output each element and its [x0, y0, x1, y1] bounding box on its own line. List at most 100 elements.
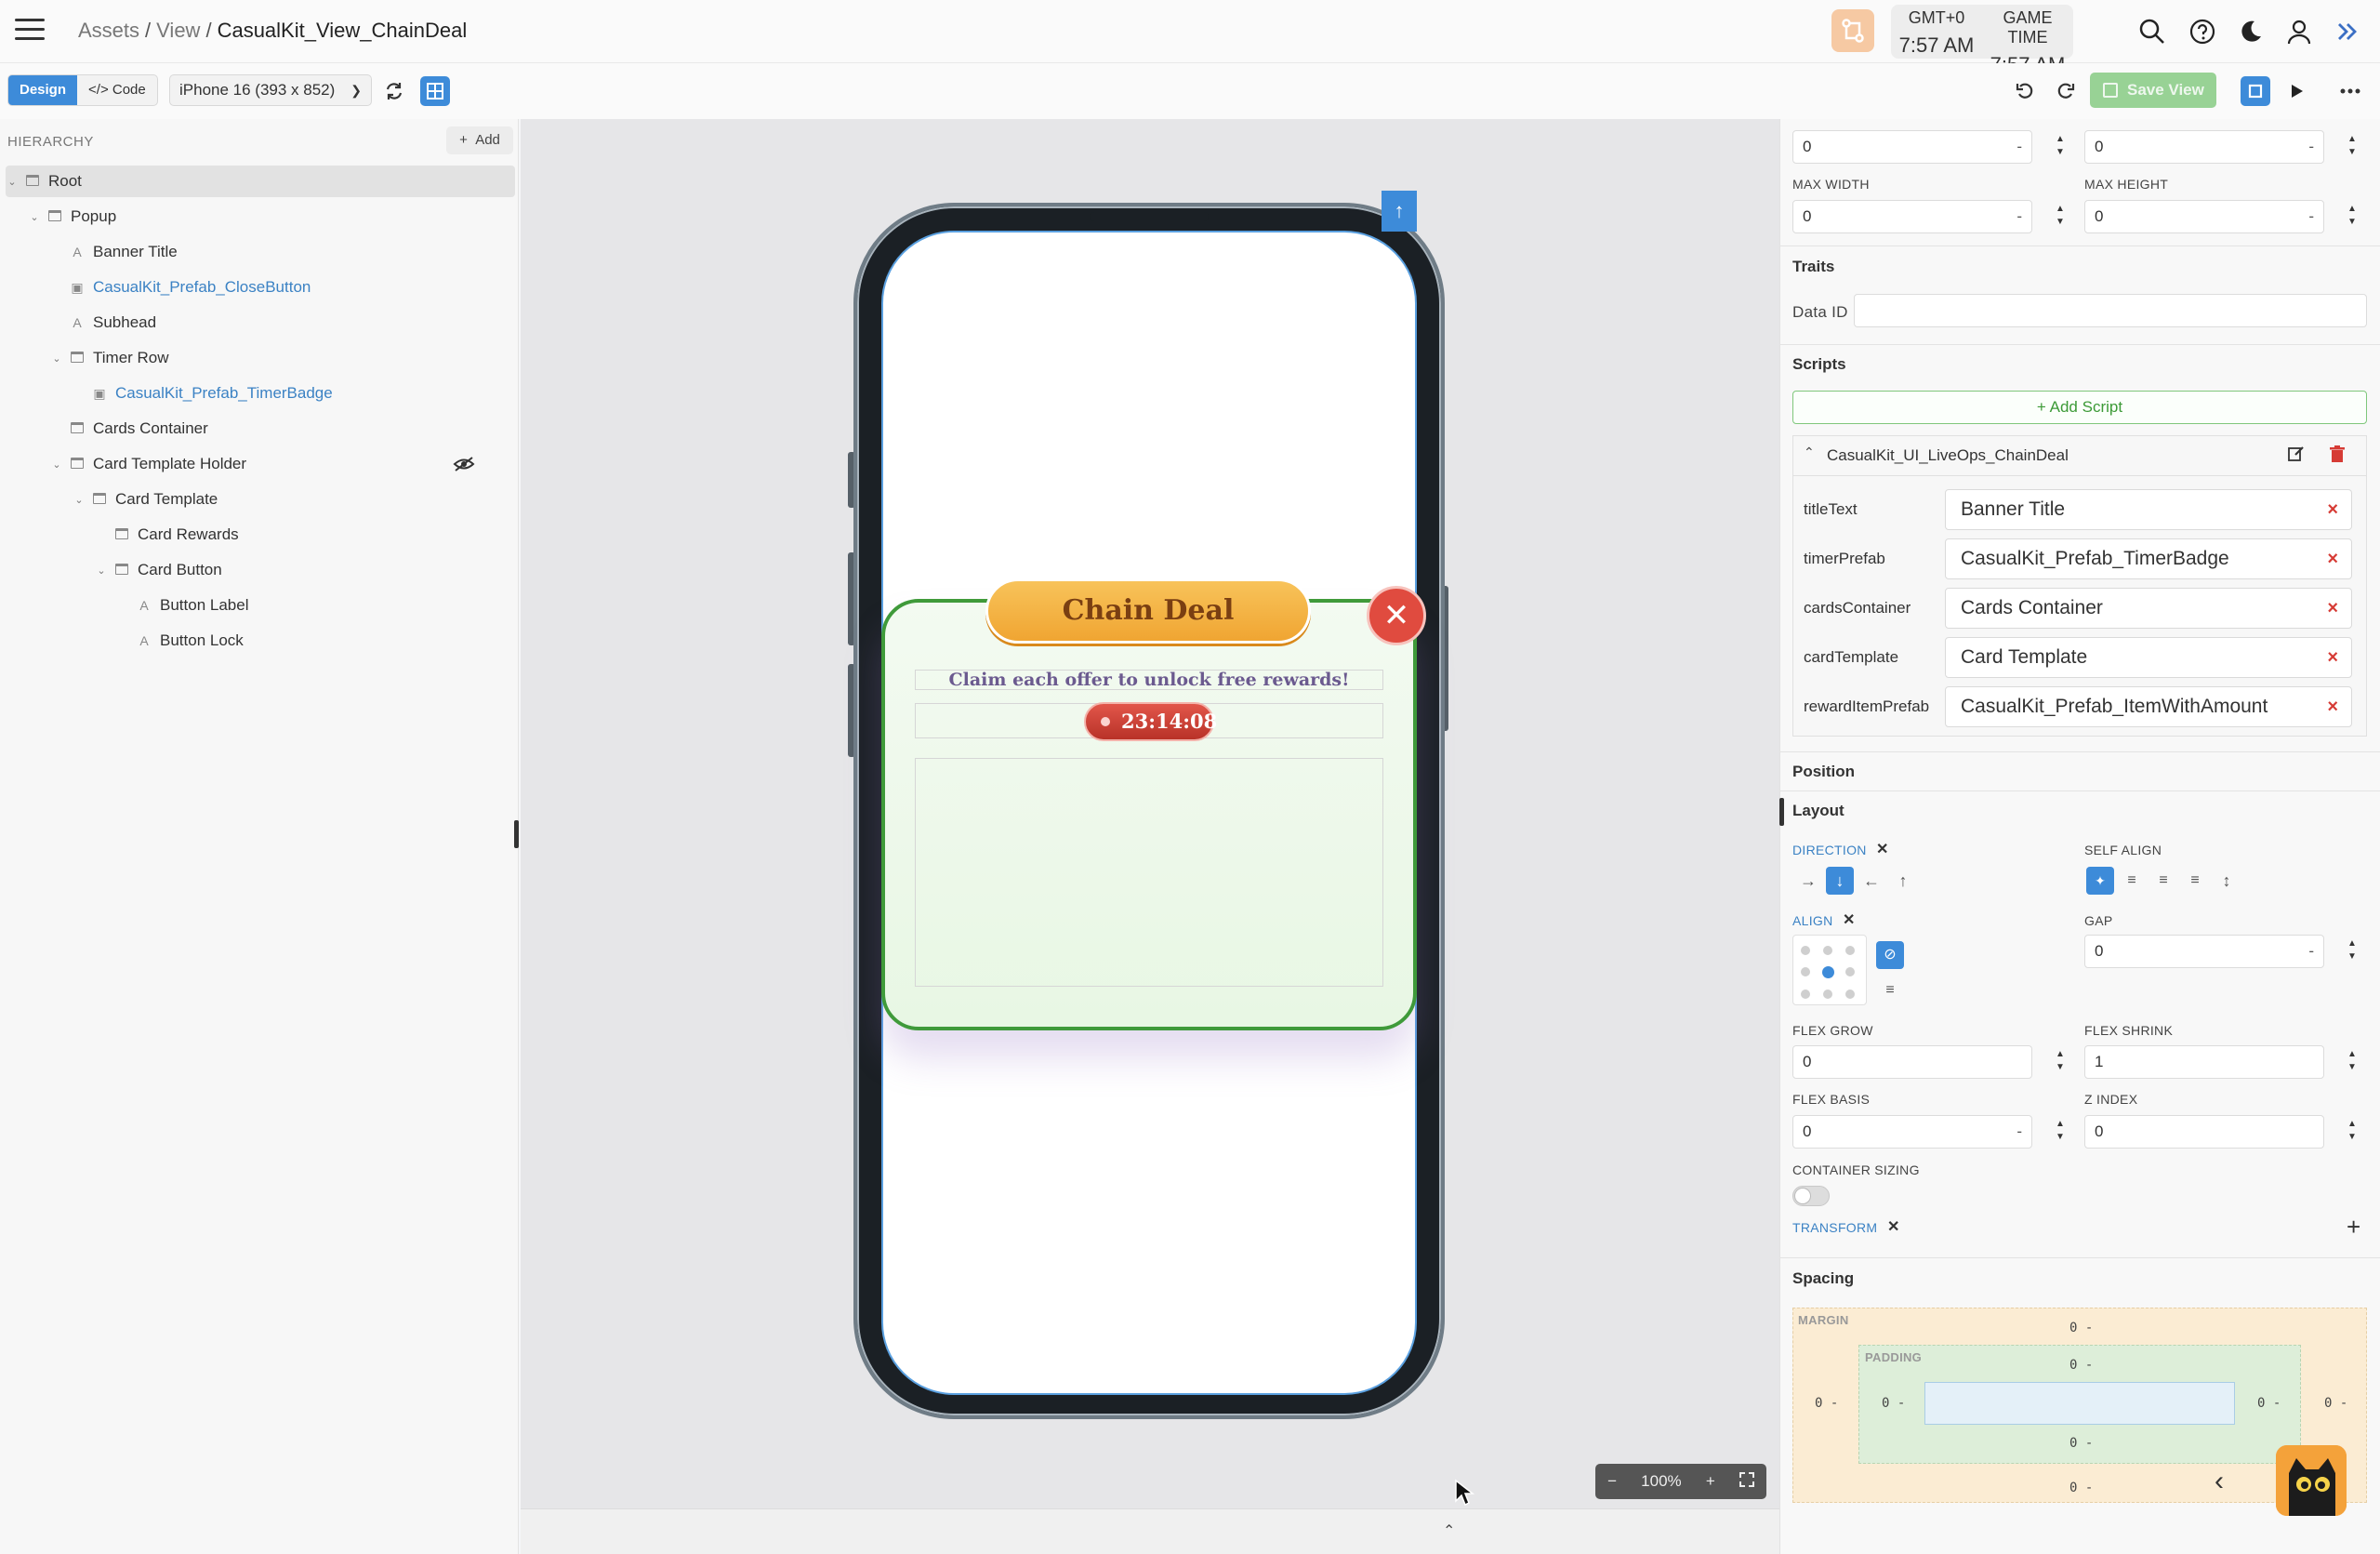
hamburger-menu-icon[interactable]: [15, 19, 45, 43]
hierarchy-item-button-lock[interactable]: A Button Lock: [6, 625, 515, 657]
flex-grow-stepper[interactable]: ▲ ▼: [2051, 1045, 2069, 1079]
grid-view-icon[interactable]: [420, 76, 450, 106]
timer-badge-preview[interactable]: 23:14:08: [1084, 702, 1217, 741]
flex-basis-input[interactable]: 0-: [1792, 1115, 2032, 1149]
margin-left-value[interactable]: 0 -: [1815, 1396, 1838, 1411]
play-icon[interactable]: [2281, 76, 2311, 106]
flex-shrink-input[interactable]: 1: [2084, 1045, 2324, 1079]
banner-title-preview[interactable]: Chain Deal: [985, 578, 1311, 644]
padding-top-value[interactable]: 0 -: [2069, 1358, 2093, 1373]
hierarchy-item-root[interactable]: ⌄ Root: [6, 166, 515, 197]
data-id-input[interactable]: [1854, 294, 2367, 327]
hierarchy-item-card-template[interactable]: ⌄ Card Template: [6, 484, 515, 515]
close-button-preview[interactable]: ✕: [1367, 586, 1426, 645]
spacing-title[interactable]: Spacing: [1792, 1269, 1854, 1288]
user-account-icon[interactable]: [2283, 16, 2315, 47]
min-height-input[interactable]: 0-: [2084, 130, 2324, 164]
margin-top-value[interactable]: 0 -: [2069, 1321, 2093, 1335]
panel-resize-handle[interactable]: [514, 820, 519, 848]
clear-reference-icon[interactable]: ×: [2327, 539, 2338, 578]
align-bottom-right[interactable]: [1845, 990, 1855, 999]
fit-screen-icon[interactable]: [2241, 76, 2270, 106]
hierarchy-item-card-template-holder[interactable]: ⌄ Card Template Holder: [6, 448, 515, 480]
hierarchy-item-card-rewards[interactable]: Card Rewards: [6, 519, 515, 551]
search-icon[interactable]: [2136, 16, 2168, 47]
delete-script-icon[interactable]: [2328, 445, 2347, 468]
redo-icon[interactable]: [2051, 76, 2081, 106]
max-height-stepper[interactable]: ▲ ▼: [2343, 200, 2361, 233]
layout-title[interactable]: Layout: [1792, 802, 1844, 820]
bottom-panel-bar[interactable]: [521, 1508, 1779, 1554]
z-index-input[interactable]: 0: [2084, 1115, 2324, 1149]
hierarchy-item-timer-row[interactable]: ⌄ Timer Row: [6, 342, 515, 374]
self-align-auto-icon[interactable]: ✦: [2086, 867, 2114, 895]
breadcrumb-assets[interactable]: Assets: [78, 19, 139, 42]
refresh-icon[interactable]: [379, 76, 409, 106]
hierarchy-item-popup[interactable]: ⌄ Popup: [6, 201, 515, 232]
undo-icon[interactable]: [2010, 76, 2040, 106]
edit-script-icon[interactable]: [2287, 445, 2306, 468]
add-script-button[interactable]: + Add Script: [1792, 391, 2367, 424]
device-select[interactable]: iPhone 16 (393 x 852) ❯: [169, 74, 372, 106]
hierarchy-item-timer-badge-prefab[interactable]: ▣ CasualKit_Prefab_TimerBadge: [6, 378, 515, 409]
code-tab[interactable]: </> Code: [77, 75, 157, 105]
clear-reference-icon[interactable]: ×: [2327, 687, 2338, 726]
padding-left-value[interactable]: 0 -: [1882, 1396, 1905, 1411]
self-align-end-icon[interactable]: ≡: [2181, 867, 2209, 895]
max-height-input[interactable]: 0-: [2084, 200, 2324, 233]
chevron-up-icon[interactable]: ⌃: [1804, 445, 1815, 460]
min-width-stepper[interactable]: ▲ ▼: [2051, 130, 2069, 164]
min-width-input[interactable]: 0-: [1792, 130, 2032, 164]
add-transform-icon[interactable]: +: [2347, 1213, 2360, 1242]
align-middle-left[interactable]: [1801, 967, 1810, 976]
clear-direction-icon[interactable]: ✕: [1876, 840, 1888, 858]
hidden-eye-icon[interactable]: [450, 448, 478, 480]
max-width-input[interactable]: 0-: [1792, 200, 2032, 233]
hierarchy-item-button-label[interactable]: A Button Label: [6, 590, 515, 621]
align-top-center[interactable]: [1823, 946, 1832, 955]
help-icon[interactable]: [2187, 16, 2218, 47]
prop-value-field[interactable]: Card Template ×: [1945, 637, 2352, 678]
padding-right-value[interactable]: 0 -: [2257, 1396, 2281, 1411]
container-sizing-toggle[interactable]: [1792, 1186, 1830, 1206]
flex-basis-stepper[interactable]: ▲ ▼: [2051, 1115, 2069, 1149]
hierarchy-item-banner-title[interactable]: A Banner Title: [6, 236, 515, 268]
align-baseline-icon[interactable]: ≡: [1876, 976, 1904, 1004]
clear-reference-icon[interactable]: ×: [2327, 589, 2338, 628]
cards-container-preview[interactable]: [915, 758, 1383, 987]
collapse-assistant-chevron-icon[interactable]: ‹: [2215, 1466, 2224, 1497]
hierarchy-item-close-button-prefab[interactable]: ▣ CasualKit_Prefab_CloseButton: [6, 272, 515, 303]
self-align-start-icon[interactable]: ≡: [2118, 867, 2146, 895]
breadcrumb-view[interactable]: View: [156, 19, 200, 42]
gap-input[interactable]: 0-: [2084, 935, 2324, 968]
collapse-toggle-icon[interactable]: ⌄: [6, 176, 19, 188]
flex-grow-input[interactable]: 0: [1792, 1045, 2032, 1079]
pin-arrow-icon[interactable]: ↑: [1382, 191, 1417, 232]
margin-right-value[interactable]: 0 -: [2324, 1396, 2347, 1411]
clear-align-icon[interactable]: ✕: [1843, 910, 1855, 929]
assistant-cat-avatar-icon[interactable]: [2276, 1445, 2347, 1516]
zoom-out-button[interactable]: −: [1607, 1472, 1617, 1491]
design-tab[interactable]: Design: [8, 75, 78, 105]
fullscreen-icon[interactable]: [1739, 1471, 1754, 1492]
expand-bottom-panel-icon[interactable]: ⌃: [1443, 1521, 1455, 1540]
gap-stepper[interactable]: ▲ ▼: [2343, 935, 2361, 968]
clear-transform-icon[interactable]: ✕: [1887, 1217, 1899, 1236]
more-options-icon[interactable]: [2335, 76, 2365, 106]
collapse-toggle-icon[interactable]: ⌄: [50, 458, 63, 471]
align-top-right[interactable]: [1845, 946, 1855, 955]
save-view-button[interactable]: Save View: [2090, 73, 2216, 108]
align-middle-center[interactable]: [1822, 966, 1834, 978]
dark-mode-moon-icon[interactable]: [2235, 16, 2267, 47]
align-bottom-left[interactable]: [1801, 990, 1810, 999]
padding-bottom-value[interactable]: 0 -: [2069, 1436, 2093, 1451]
prop-value-field[interactable]: CasualKit_Prefab_TimerBadge ×: [1945, 538, 2352, 579]
prop-value-field[interactable]: CasualKit_Prefab_ItemWithAmount ×: [1945, 686, 2352, 727]
direction-row-reverse-icon[interactable]: ←: [1858, 867, 1885, 895]
flex-shrink-stepper[interactable]: ▲ ▼: [2343, 1045, 2361, 1079]
align-bottom-center[interactable]: [1823, 990, 1832, 999]
hierarchy-item-card-button[interactable]: ⌄ Card Button: [6, 554, 515, 586]
self-align-stretch-icon[interactable]: ↕: [2213, 867, 2241, 895]
panel-resize-handle[interactable]: [1779, 798, 1784, 826]
min-height-stepper[interactable]: ▲ ▼: [2343, 130, 2361, 164]
